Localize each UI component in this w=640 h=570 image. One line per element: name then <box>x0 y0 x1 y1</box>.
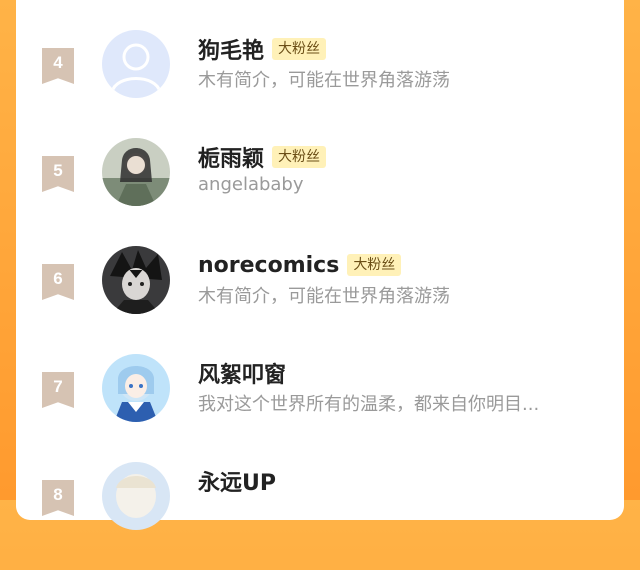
default-avatar-icon[interactable] <box>102 30 170 98</box>
user-name[interactable]: 永远UP <box>198 465 276 497</box>
user-avatar-icon[interactable] <box>102 462 170 530</box>
fan-rank-card: 4 狗毛艳 大粉丝 木有简介，可能在世界角落游荡 5 栀雨颖 大粉丝 angel… <box>16 0 624 530</box>
fan-level-badge: 大粉丝 <box>272 146 327 168</box>
user-name[interactable]: 栀雨颖 <box>198 141 264 173</box>
rank-badge: 5 <box>42 156 74 192</box>
rank-badge: 8 <box>42 480 74 516</box>
user-bio: angelababy <box>198 174 304 195</box>
fan-level-badge: 大粉丝 <box>347 254 402 276</box>
rank-number: 6 <box>53 269 63 288</box>
user-avatar-icon[interactable] <box>102 246 170 314</box>
user-name[interactable]: 风絮叩窗 <box>198 357 286 389</box>
fan-row[interactable]: 6 norecomics 大粉丝 木有简介，可能在世界角落游荡 <box>16 246 624 354</box>
fan-row[interactable]: 7 风絮叩窗 我对这个世界所有的温柔，都来自你明目... <box>16 354 624 462</box>
user-bio: 我对这个世界所有的温柔，都来自你明目... <box>198 394 540 415</box>
rank-number: 8 <box>53 485 63 504</box>
user-name[interactable]: 狗毛艳 <box>198 33 264 65</box>
rank-badge: 6 <box>42 264 74 300</box>
user-avatar-icon[interactable] <box>102 354 170 422</box>
fan-row[interactable]: 4 狗毛艳 大粉丝 木有简介，可能在世界角落游荡 <box>16 30 624 138</box>
user-bio: 木有简介，可能在世界角落游荡 <box>198 70 450 91</box>
rank-badge: 7 <box>42 372 74 408</box>
rank-number: 7 <box>53 377 63 396</box>
rank-badge: 4 <box>42 48 74 84</box>
user-bio: 木有简介，可能在世界角落游荡 <box>198 286 450 307</box>
user-name[interactable]: norecomics <box>198 253 339 278</box>
rank-number: 4 <box>53 53 63 72</box>
rank-number: 5 <box>53 161 63 180</box>
fan-row[interactable]: 5 栀雨颖 大粉丝 angelababy <box>16 138 624 246</box>
fan-row[interactable]: 8 永远UP <box>16 462 624 570</box>
user-avatar-icon[interactable] <box>102 138 170 206</box>
fan-level-badge: 大粉丝 <box>272 38 327 60</box>
